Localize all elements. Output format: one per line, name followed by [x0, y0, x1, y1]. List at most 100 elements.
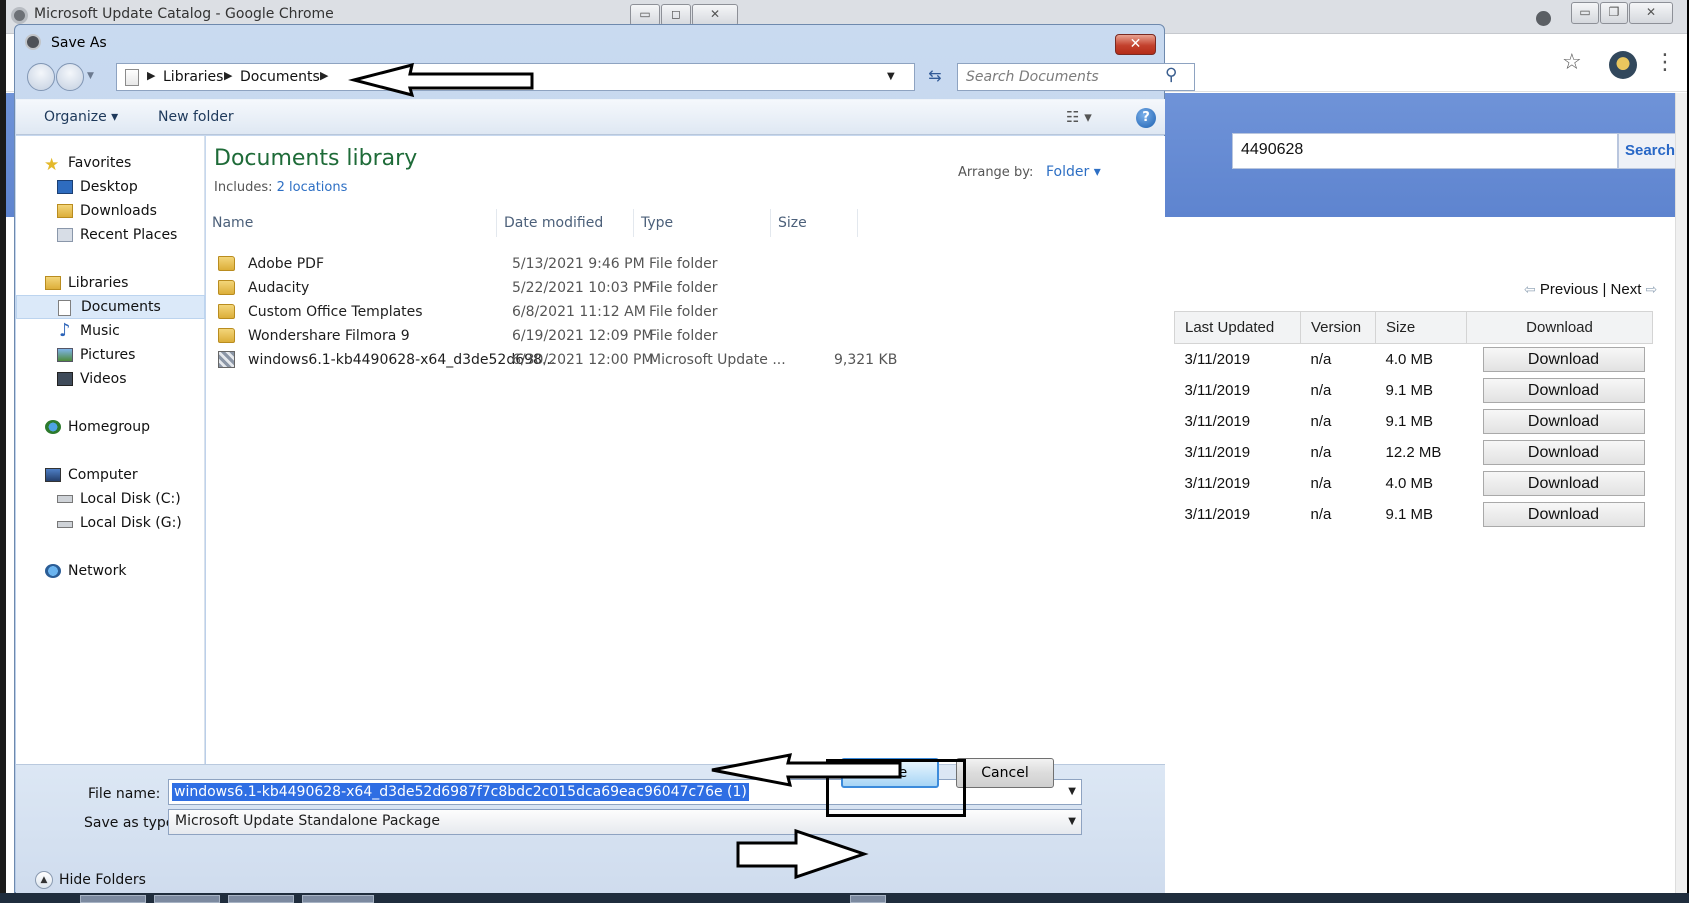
taskbar-button[interactable]	[154, 895, 220, 903]
download-button[interactable]: Download	[1482, 501, 1645, 527]
cell-last-updated: 3/11/2019	[1184, 350, 1251, 368]
nav-desktop[interactable]: Desktop	[16, 175, 205, 199]
chrome-close-icon[interactable]: ✕	[1629, 2, 1673, 24]
chrome-dialog-icon	[25, 34, 41, 50]
nav-local-disk-g[interactable]: Local Disk (G:)	[16, 511, 205, 535]
cell-version: n/a	[1310, 474, 1332, 492]
column-header-type[interactable]: Type	[635, 209, 771, 237]
next-arrow-icon: ⇨	[1645, 281, 1658, 297]
address-dropdown-icon[interactable]: ▼	[887, 71, 895, 82]
dialog-close-button[interactable]: ✕	[1115, 34, 1156, 55]
nav-label: Local Disk (G:)	[80, 515, 182, 531]
nav-favorites[interactable]: ★ Favorites	[16, 151, 205, 175]
back-button[interactable]	[27, 63, 55, 91]
nav-computer[interactable]: Computer	[16, 463, 205, 487]
chrome-restore-icon[interactable]: ❐	[1600, 2, 1628, 24]
chrome-menu-icon[interactable]: ⋮	[1654, 50, 1676, 75]
arrange-by-dropdown[interactable]: Folder ▾	[1046, 164, 1101, 180]
column-header-date-modified[interactable]: Date modified	[498, 209, 634, 237]
download-button[interactable]: Download	[1482, 439, 1645, 465]
chevron-down-icon[interactable]: ▼	[1068, 786, 1076, 797]
nav-label: Network	[68, 563, 127, 579]
breadcrumb-arrow-icon[interactable]: ▶	[147, 69, 155, 82]
search-icon[interactable]: ⚲	[1165, 65, 1177, 85]
column-header-name[interactable]: Name	[206, 209, 497, 237]
table-row: 3/11/2019 n/a 9.1 MB Download	[1175, 375, 1653, 406]
search-documents-input[interactable]: Search Documents	[957, 63, 1195, 91]
cell-version: n/a	[1310, 505, 1332, 523]
history-dropdown-icon[interactable]: ▼	[87, 71, 94, 81]
file-row[interactable]: Adobe PDF 5/13/2021 9:46 PM File folder	[206, 252, 906, 276]
file-row[interactable]: Audacity 5/22/2021 10:03 PM File folder	[206, 276, 906, 300]
catalog-search-input[interactable]: 4490628	[1232, 133, 1618, 169]
file-row[interactable]: Custom Office Templates 6/8/2021 11:12 A…	[206, 300, 906, 324]
bookmark-star-icon[interactable]: ☆	[1562, 50, 1582, 75]
nav-videos[interactable]: Videos	[16, 367, 205, 391]
breadcrumb-documents[interactable]: Documents	[240, 69, 320, 85]
network-icon	[45, 564, 61, 578]
download-button[interactable]: Download	[1482, 408, 1645, 434]
breadcrumb-libraries[interactable]: Libraries	[163, 69, 223, 85]
table-row: 3/11/2019 n/a 12.2 MB Download	[1175, 437, 1653, 468]
maximize-icon[interactable]: ◻	[661, 4, 691, 26]
new-folder-button[interactable]: New folder	[158, 109, 234, 125]
nav-recent-places[interactable]: Recent Places	[16, 223, 205, 247]
nav-pictures[interactable]: Pictures	[16, 343, 205, 367]
nav-label: Libraries	[68, 275, 129, 291]
minimize-icon[interactable]: ▭	[630, 4, 660, 26]
pager-previous-link[interactable]: Previous	[1540, 281, 1598, 298]
taskbar-button[interactable]	[850, 895, 886, 903]
pager-next-link[interactable]: Next	[1611, 281, 1642, 298]
file-type: File folder	[649, 256, 718, 272]
page-scrollbar[interactable]	[1675, 93, 1687, 893]
catalog-search-button[interactable]: Search	[1618, 133, 1682, 169]
nav-documents[interactable]: Documents	[16, 295, 205, 319]
file-list-pane: Documents library Includes: 2 locations …	[206, 136, 1165, 764]
cancel-button[interactable]: Cancel	[956, 758, 1054, 788]
breadcrumb-arrow-icon[interactable]: ▶	[320, 69, 328, 82]
hide-folders-button[interactable]: Hide Folders	[59, 872, 146, 888]
chrome-tab-search-icon[interactable]	[1536, 11, 1551, 26]
file-date: 5/13/2021 9:46 PM	[512, 256, 645, 272]
taskbar-button[interactable]	[302, 895, 374, 903]
computer-icon	[45, 468, 61, 482]
cell-last-updated: 3/11/2019	[1184, 505, 1251, 523]
column-header-size[interactable]: Size	[1375, 311, 1467, 344]
navigation-pane: ★ Favorites Desktop Downloads Recent Pla…	[16, 136, 205, 764]
organize-button[interactable]: Organize ▾	[44, 109, 118, 125]
chevron-down-icon[interactable]: ▼	[1068, 816, 1076, 827]
file-row[interactable]: windows6.1-kb4490628-x64_d3de52d698... 6…	[206, 348, 906, 372]
column-header-version[interactable]: Version	[1300, 311, 1376, 344]
refresh-icon[interactable]: ⇆	[921, 63, 949, 91]
column-header-size[interactable]: Size	[772, 209, 858, 237]
taskbar-button[interactable]	[80, 895, 146, 903]
nav-libraries[interactable]: Libraries	[16, 271, 205, 295]
help-icon[interactable]: ?	[1136, 108, 1156, 128]
nav-network[interactable]: Network	[16, 559, 205, 583]
nav-downloads[interactable]: Downloads	[16, 199, 205, 223]
locations-link[interactable]: 2 locations	[277, 180, 348, 195]
close-icon[interactable]: ✕	[692, 4, 738, 26]
breadcrumb-arrow-icon[interactable]: ▶	[224, 69, 232, 82]
forward-button[interactable]	[56, 63, 84, 91]
nav-local-disk-c[interactable]: Local Disk (C:)	[16, 487, 205, 511]
file-date: 5/22/2021 10:03 PM	[512, 280, 654, 296]
nav-music[interactable]: ♪ Music	[16, 319, 205, 343]
profile-avatar[interactable]	[1609, 51, 1637, 79]
column-header-last-updated[interactable]: Last Updated	[1174, 311, 1301, 344]
arrange-by-label: Arrange by:	[958, 165, 1034, 180]
nav-label: Pictures	[80, 347, 136, 363]
chrome-window-title: Microsoft Update Catalog - Google Chrome	[34, 6, 334, 22]
download-button[interactable]: Download	[1482, 470, 1645, 496]
download-button[interactable]: Download	[1482, 346, 1645, 372]
chrome-minimize-icon[interactable]: ▭	[1571, 2, 1599, 24]
taskbar-button[interactable]	[228, 895, 294, 903]
change-view-icon[interactable]: ☷ ▾	[1066, 108, 1092, 126]
nav-homegroup[interactable]: Homegroup	[16, 415, 205, 439]
file-row[interactable]: Wondershare Filmora 9 6/19/2021 12:09 PM…	[206, 324, 906, 348]
download-button[interactable]: Download	[1482, 377, 1645, 403]
nav-label: Homegroup	[68, 419, 151, 435]
folder-icon	[218, 256, 235, 271]
chevron-up-icon[interactable]: ▲	[35, 871, 53, 889]
recent-places-icon	[57, 228, 73, 242]
